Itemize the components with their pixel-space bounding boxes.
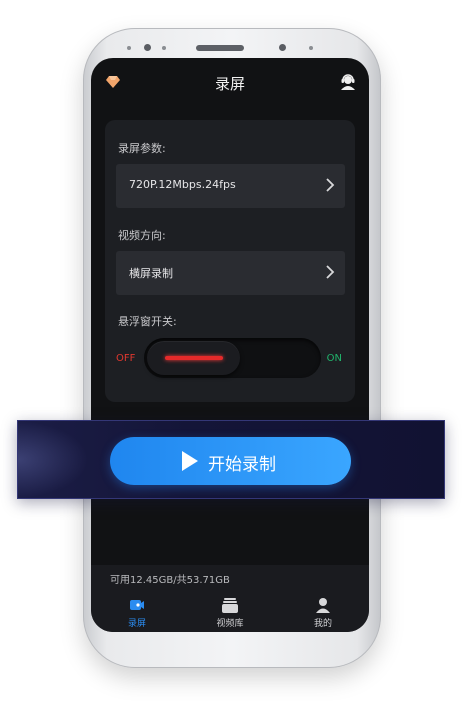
chevron-right-icon	[326, 265, 335, 279]
page-title: 录屏	[214, 75, 245, 93]
tab-record-label: 录屏	[127, 619, 146, 629]
tab-profile[interactable]: 我的	[277, 589, 369, 632]
tab-video-library[interactable]: 视频库	[184, 589, 276, 632]
app-screen: 录屏 录屏参数: 720P.12Mbps.24fps 视频方向: 横屏录制 悬浮…	[91, 58, 369, 632]
tab-record[interactable]: 录屏	[91, 589, 183, 632]
bottom-tab-bar: 录屏 视频库 我的	[91, 589, 369, 632]
orientation-row[interactable]: 横屏录制	[116, 251, 345, 295]
tab-video-library-label: 视频库	[216, 619, 244, 629]
float-window-toggle[interactable]	[144, 338, 321, 378]
float-window-label: 悬浮窗开关:	[118, 315, 177, 328]
tab-profile-label: 我的	[313, 619, 332, 629]
record-params-value: 720P.12Mbps.24fps	[129, 178, 236, 191]
profile-icon	[316, 598, 330, 613]
toggle-indicator	[165, 356, 223, 360]
toggle-knob[interactable]	[147, 341, 240, 375]
banner-glow	[18, 421, 88, 498]
orientation-label: 视频方向:	[118, 229, 166, 242]
record-params-label: 录屏参数:	[118, 142, 166, 155]
speaker-slot	[196, 45, 244, 51]
front-camera-dot	[279, 44, 286, 51]
start-record-label: 开始录制	[208, 455, 276, 475]
sensor-dot	[162, 46, 166, 50]
top-bar: 录屏	[91, 58, 369, 108]
start-record-button[interactable]: 开始录制	[110, 437, 351, 485]
toggle-off-label: OFF	[116, 353, 136, 364]
support-agent-icon[interactable]	[340, 74, 356, 90]
camera-dot	[144, 44, 151, 51]
sensor-dot	[309, 46, 313, 50]
orientation-value: 横屏录制	[129, 267, 173, 280]
toggle-on-label: ON	[326, 353, 342, 364]
sensor-dot	[127, 46, 131, 50]
storage-bar: 可用12.45GB/共53.71GB	[91, 565, 369, 589]
record-params-row[interactable]: 720P.12Mbps.24fps	[116, 164, 345, 208]
settings-card: 录屏参数: 720P.12Mbps.24fps 视频方向: 横屏录制 悬浮窗开关…	[105, 120, 355, 402]
camera-icon	[130, 600, 144, 610]
video-library-icon	[222, 598, 238, 613]
play-icon	[182, 451, 198, 471]
phone-top-bezel	[83, 42, 381, 54]
chevron-right-icon	[326, 178, 335, 192]
storage-info: 可用12.45GB/共53.71GB	[110, 575, 230, 586]
